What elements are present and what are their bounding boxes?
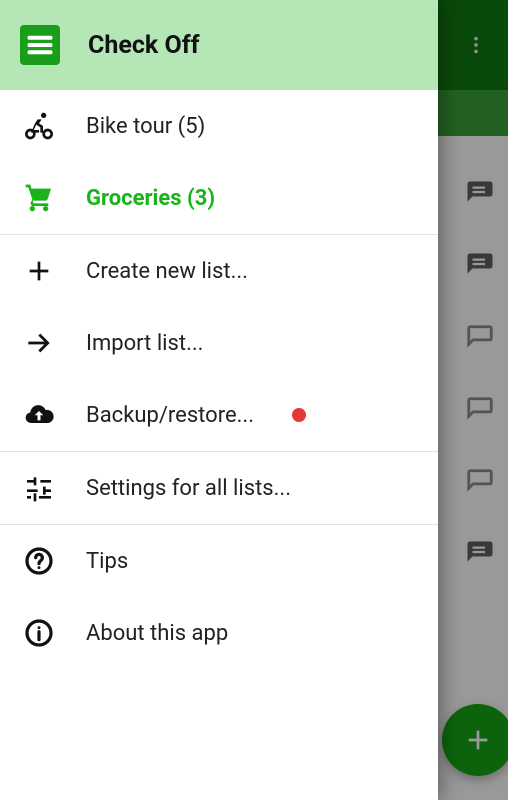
settings-all-lists-button[interactable]: Settings for all lists... bbox=[0, 452, 438, 524]
menu-label: Backup/restore... bbox=[86, 403, 254, 428]
help-icon bbox=[22, 544, 56, 578]
create-list-button[interactable]: Create new list... bbox=[0, 235, 438, 307]
hamburger-button[interactable] bbox=[20, 25, 60, 65]
cyclist-icon bbox=[22, 109, 56, 143]
list-item-label: Bike tour (5) bbox=[86, 114, 205, 139]
cloud-upload-icon bbox=[22, 398, 56, 432]
alert-dot-icon bbox=[292, 408, 306, 422]
hamburger-icon bbox=[27, 35, 53, 55]
about-button[interactable]: About this app bbox=[0, 597, 438, 669]
navigation-drawer: Check Off Bike tour (5) Groceries (3) Cr… bbox=[0, 0, 438, 800]
list-item-groceries[interactable]: Groceries (3) bbox=[0, 162, 438, 234]
list-item-label: Groceries (3) bbox=[86, 186, 215, 211]
menu-label: Import list... bbox=[86, 331, 203, 356]
cart-icon bbox=[22, 181, 56, 215]
menu-label: About this app bbox=[86, 621, 228, 646]
tips-button[interactable]: Tips bbox=[0, 525, 438, 597]
menu-label: Create new list... bbox=[86, 259, 248, 284]
import-list-button[interactable]: Import list... bbox=[0, 307, 438, 379]
info-icon bbox=[22, 616, 56, 650]
list-item-bike-tour[interactable]: Bike tour (5) bbox=[0, 90, 438, 162]
sliders-icon bbox=[22, 471, 56, 505]
drawer-header: Check Off bbox=[0, 0, 438, 90]
plus-icon bbox=[22, 254, 56, 288]
backup-restore-button[interactable]: Backup/restore... bbox=[0, 379, 438, 451]
menu-label: Settings for all lists... bbox=[86, 476, 291, 501]
menu-label: Tips bbox=[86, 549, 128, 574]
app-title: Check Off bbox=[88, 31, 200, 60]
arrow-right-icon bbox=[22, 326, 56, 360]
